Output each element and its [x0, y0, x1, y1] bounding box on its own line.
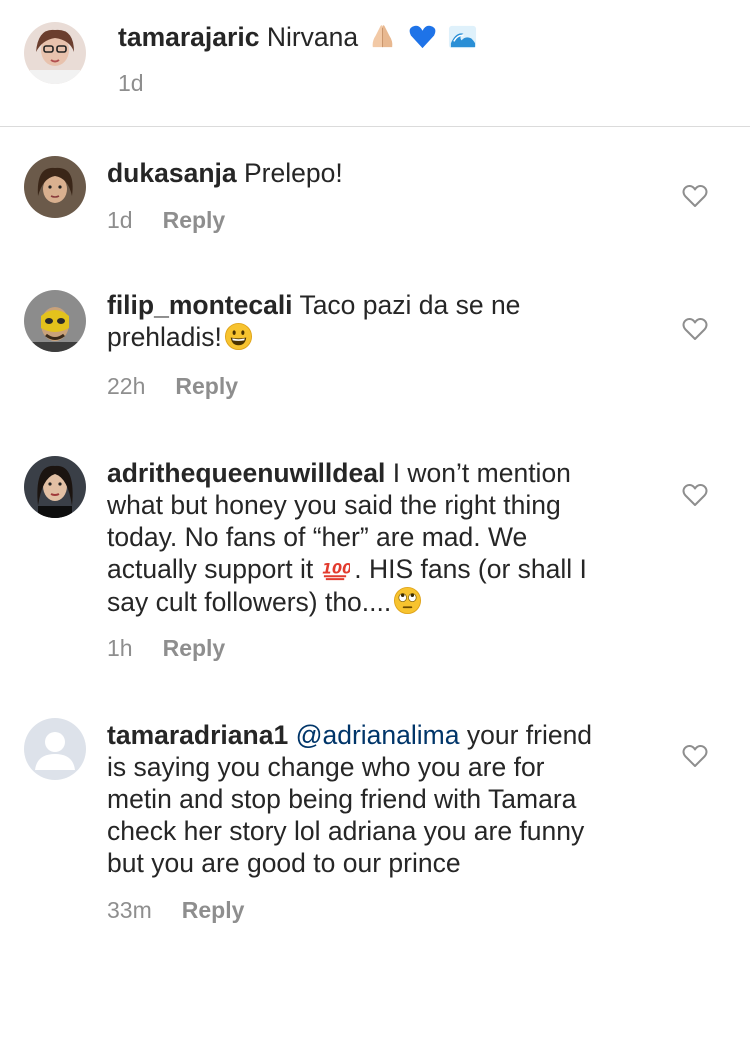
caption-text: tamarajaric Nirvana [118, 21, 479, 54]
comment-body-line: actually support it [107, 554, 314, 584]
comment-body-line: say cult followers) tho.... [107, 586, 392, 617]
comment-body: Prelepo! [244, 158, 343, 188]
comment-time: 1h [107, 635, 133, 661]
comment-body-line: . HIS fans (or shall I [354, 554, 587, 584]
comment-time: 1d [107, 207, 133, 233]
reply-button[interactable]: Reply [182, 897, 245, 923]
caption-body: Nirvana [266, 22, 359, 52]
avatar[interactable] [24, 22, 86, 84]
caption-time: 1d [118, 70, 144, 96]
comment-meta: 1h Reply [107, 634, 225, 662]
comment-text: adrithequeenuwilldeal I won’t mention wh… [107, 457, 587, 618]
comment-body-line: but you are good to our prince [107, 848, 461, 878]
post-caption: tamarajaric Nirvana 1d [0, 0, 750, 127]
blue-heart-emoji [408, 22, 437, 51]
avatar[interactable] [24, 156, 86, 218]
comment-body-line: check her story lol adriana you are funn… [107, 816, 585, 846]
comment-text: filip_montecali Taco pazi da se ne prehl… [107, 289, 520, 354]
reply-button[interactable]: Reply [175, 373, 238, 399]
comment-body-line: what but honey you said the right thing [107, 490, 561, 520]
username[interactable]: tamarajaric [118, 22, 259, 52]
praying-hands-emoji [368, 22, 397, 51]
comment-body-line: your friend [466, 720, 593, 750]
comment-body-line: prehladis! [107, 322, 222, 352]
water-wave-emoji [448, 22, 477, 51]
comment-body-line: metin and stop being friend with Tamara [107, 784, 577, 814]
comment-body-line: I won’t mention [392, 458, 571, 488]
hundred-points-emoji: 100 [321, 554, 350, 583]
username[interactable]: filip_montecali [107, 290, 293, 320]
avatar[interactable] [24, 718, 86, 780]
avatar[interactable] [24, 456, 86, 518]
comment-time: 33m [107, 897, 152, 923]
comment-text: dukasanja Prelepo! [107, 157, 343, 189]
username[interactable]: adrithequeenuwilldeal [107, 458, 385, 488]
like-heart-icon[interactable] [682, 317, 708, 341]
comment-body-line: is saying you change who you are for [107, 752, 545, 782]
comment-meta: 22h Reply [107, 372, 238, 400]
username[interactable]: dukasanja [107, 158, 237, 188]
comment-time: 22h [107, 373, 146, 399]
reply-button[interactable]: Reply [163, 207, 226, 233]
grinning-face-emoji [224, 322, 253, 351]
like-heart-icon[interactable] [682, 483, 708, 507]
username[interactable]: tamaradriana1 [107, 720, 288, 750]
comment-text: tamaradriana1 @adrianalima your friend i… [107, 719, 592, 879]
mention-link[interactable]: @adrianalima [296, 720, 460, 750]
avatar[interactable] [24, 290, 86, 352]
like-heart-icon[interactable] [682, 184, 708, 208]
svg-text:100: 100 [322, 561, 350, 577]
comment-meta: 33m Reply [107, 896, 244, 924]
comment-body-line: today. No fans of “her” are mad. We [107, 522, 528, 552]
eye-roll-emoji [393, 586, 422, 615]
comment-meta: 1d Reply [107, 206, 225, 234]
comment-body-line: Taco pazi da se ne [299, 290, 521, 320]
reply-button[interactable]: Reply [163, 635, 226, 661]
like-heart-icon[interactable] [682, 744, 708, 768]
